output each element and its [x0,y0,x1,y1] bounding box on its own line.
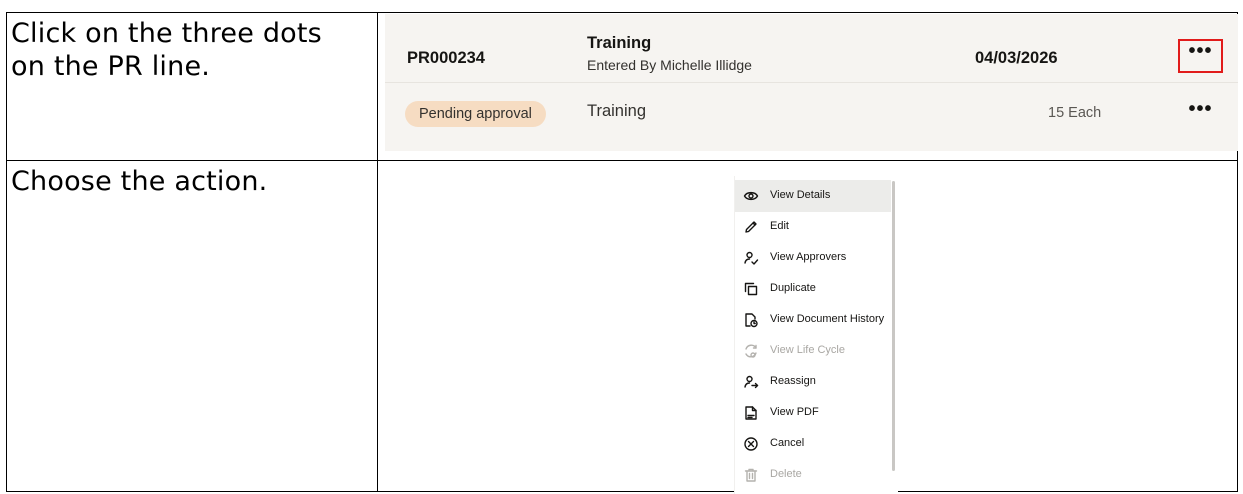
menu-item-label: View Approvers [770,251,847,263]
menu-item-label: View Details [770,189,831,201]
person-reassign-icon [744,375,759,389]
requisition-header-row: PR000234 Training Entered By Michelle Il… [385,14,1238,83]
row-divider [7,160,1237,161]
column-divider [377,13,378,491]
more-horizontal-icon: ••• [1188,40,1213,62]
trash-icon [744,468,758,482]
menu-item-view-pdf[interactable]: View PDF [735,397,891,429]
person-check-icon [744,251,759,265]
requisition-title: Training [587,34,652,52]
menu-scrollbar[interactable] [892,181,895,471]
document-history-icon [745,313,758,328]
line-quantity: 15 Each [1048,105,1102,121]
instruction-step-1: Click on the three dots on the PR line. [11,18,322,82]
circle-x-icon [744,437,758,451]
menu-item-label: View Document History [770,313,885,325]
duplicate-icon [744,282,758,296]
menu-item-edit[interactable]: Edit [735,211,891,243]
requisition-card: PR000234 Training Entered By Michelle Il… [385,14,1238,151]
menu-item-label: Reassign [770,375,816,387]
menu-item-label: Edit [770,220,789,232]
menu-item-view-approvers[interactable]: View Approvers [735,242,891,274]
menu-item-view-life-cycle: View Life Cycle [735,335,891,367]
status-badge: Pending approval [405,101,546,127]
line-description: Training [587,102,646,120]
menu-item-view-details[interactable]: View Details [735,180,891,212]
instruction-step-2: Choose the action. [11,166,268,197]
menu-item-label: Duplicate [770,282,816,294]
requisition-date: 04/03/2026 [975,49,1058,67]
more-actions-button[interactable]: ••• [1178,39,1223,73]
pdf-file-icon [745,406,757,420]
menu-item-label: Cancel [770,437,805,449]
requisition-number[interactable]: PR000234 [407,49,485,68]
menu-item-delete: Delete [735,459,891,491]
menu-item-view-document-history[interactable]: View Document History [735,304,891,336]
menu-item-duplicate[interactable]: Duplicate [735,273,891,305]
eye-icon [743,191,759,201]
menu-item-label: View Life Cycle [770,344,845,356]
pencil-icon [745,221,757,233]
requisition-entered-by: Entered By Michelle Illidge [587,57,752,73]
menu-item-label: View PDF [770,406,819,418]
actions-menu: View Details Edit View Approvers Duplica… [734,176,898,494]
menu-item-reassign[interactable]: Reassign [735,366,891,398]
line-more-actions-button[interactable]: ••• [1178,97,1223,131]
menu-item-cancel[interactable]: Cancel [735,428,891,460]
life-cycle-icon [745,344,757,358]
menu-item-label: Delete [770,468,802,480]
more-horizontal-icon: ••• [1188,98,1213,120]
